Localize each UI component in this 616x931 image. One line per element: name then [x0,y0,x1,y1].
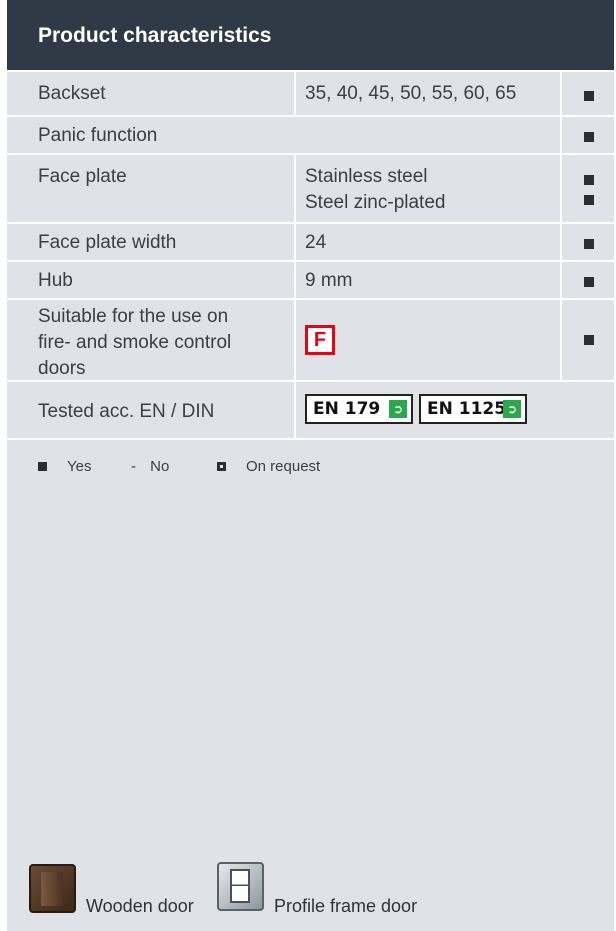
row-value: F [294,300,560,380]
yes-mark-icon [584,335,594,345]
row-value-line: Steel zinc-plated [305,192,446,213]
yes-mark-icon [584,132,594,142]
row-label: Face plate width [38,232,177,253]
yes-mark-icon [584,175,594,185]
yes-square-icon [38,462,47,471]
row-mark [560,300,614,380]
on-request-square-icon [217,462,226,471]
row-label: Tested acc. EN / DIN [38,401,215,422]
no-dash-icon: - [131,458,136,475]
row-mark [560,155,614,222]
row-value: 24 [294,224,560,260]
legend-no-label: No [150,458,170,475]
badge-label: EN 1125 [427,399,507,419]
table-row: Face plate width 24 [7,222,614,260]
profile-frame-door-label: Profile frame door [274,896,418,916]
row-mark [560,224,614,260]
badge-label: EN 179 [313,399,381,419]
row-label-line: fire- and smoke control [38,332,232,353]
row-label: Face plate [38,166,127,187]
yes-mark-icon [584,277,594,287]
running-man-exit-icon: ➲ [389,400,407,418]
table-row: Face plate Stainless steel Steel zinc-pl… [7,153,614,222]
row-mark [560,117,614,153]
legend-on-request: On request [217,458,320,475]
row-value: Stainless steel Steel zinc-plated [294,155,560,222]
profile-frame-door-icon [217,862,264,911]
panel-title: Product characteristics [7,0,614,70]
product-characteristics-panel: Product characteristics Backset 35, 40, … [7,0,614,931]
legend-on-request-label: On request [246,458,321,475]
wooden-door-icon [29,864,76,913]
legend-yes-label: Yes [67,458,92,475]
yes-mark-icon [584,195,594,205]
running-man-exit-icon: ➲ [503,400,521,418]
table-row: Panic function [7,115,614,153]
row-mark [560,72,614,115]
table-row: Backset 35, 40, 45, 50, 55, 60, 65 [7,70,614,115]
yes-mark-icon [584,239,594,249]
row-value: 9 mm [294,262,560,298]
row-value: EN 179 ➲ EN 1125 ➲ [294,382,614,438]
row-label-line: Suitable for the use on [38,306,229,327]
row-label: Hub [38,270,73,291]
table-row: Suitable for the use on fire- and smoke … [7,298,614,380]
table-row: Tested acc. EN / DIN EN 179 ➲ EN 1125 ➲ [7,380,614,440]
row-value-line: Stainless steel [305,166,428,187]
row-value: 35, 40, 45, 50, 55, 60, 65 [294,72,560,115]
en-179-badge: EN 179 ➲ [305,394,413,424]
table-row: Hub 9 mm [7,260,614,298]
row-label-line: doors [38,358,86,379]
row-label: Panic function [38,125,158,146]
row-label: Suitable for the use on fire- and smoke … [7,300,294,380]
row-label: Backset [38,83,106,104]
yes-mark-icon [584,91,594,101]
fire-door-badge: F [305,325,335,355]
legend-yes: Yes [38,458,91,475]
row-mark [560,262,614,298]
legend-no: - No [131,458,169,475]
en-1125-badge: EN 1125 ➲ [419,394,527,424]
wooden-door-label: Wooden door [86,896,194,916]
